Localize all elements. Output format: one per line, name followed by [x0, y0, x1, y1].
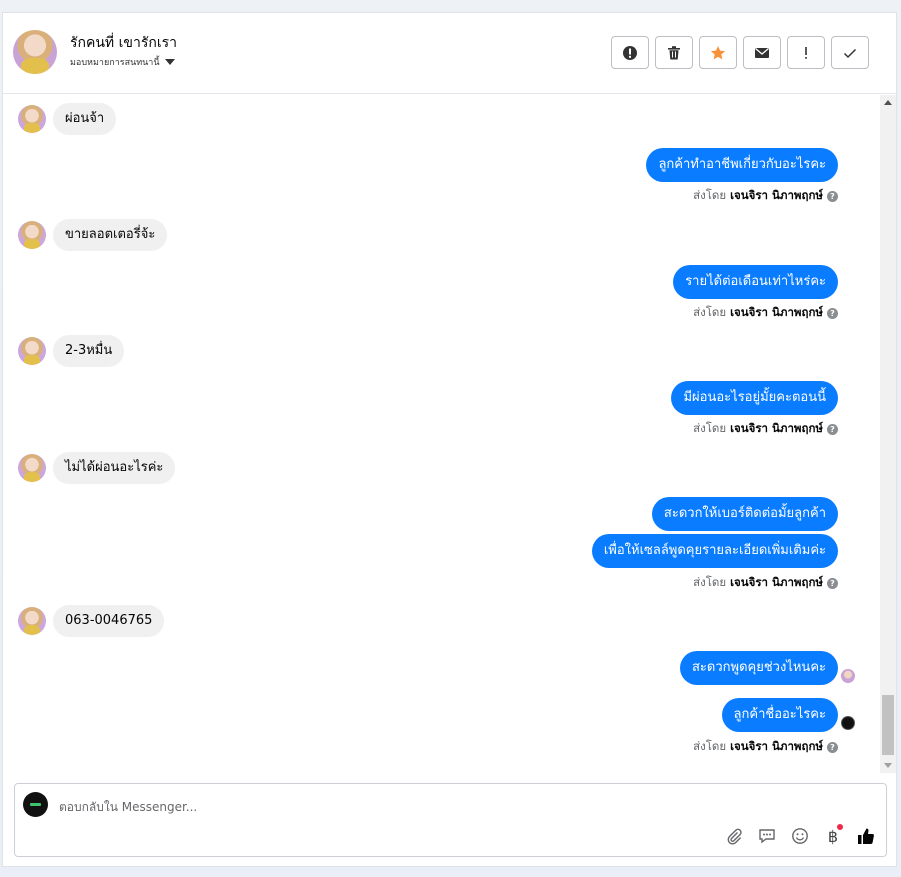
- help-icon[interactable]: ?: [827, 307, 838, 319]
- outgoing-message[interactable]: มีผ่อนอะไรอยู่มั้ยคะตอนนี้: [671, 381, 838, 415]
- sent-by-name: เจนจิรา นิภาพฤกษ์: [730, 188, 823, 202]
- incoming-message: 2-3หมื่น: [18, 335, 125, 367]
- thread-scrollbar[interactable]: [880, 95, 896, 773]
- incoming-message: ขายลอตเตอรี่จ้ะ: [18, 219, 168, 251]
- help-icon[interactable]: ?: [827, 190, 838, 202]
- sender-avatar: [18, 221, 46, 249]
- check-icon: [843, 48, 857, 58]
- read-receipt-avatar: [841, 716, 855, 730]
- star-icon: [710, 45, 726, 59]
- trash-icon: [668, 45, 680, 59]
- help-icon[interactable]: ?: [827, 577, 838, 589]
- sent-by-label: ส่งโดย เจนจิรา นิภาพฤกษ์ ?: [693, 420, 838, 438]
- read-receipt-avatar: [841, 669, 855, 683]
- mail-icon: [755, 47, 769, 58]
- sent-by-prefix: ส่งโดย: [693, 739, 727, 753]
- like-button[interactable]: [856, 826, 876, 846]
- sent-by-label: ส่งโดย เจนจิรา นิภาพฤกษ์ ?: [693, 574, 838, 592]
- sent-by-prefix: ส่งโดย: [693, 575, 727, 589]
- sent-by-name: เจนจิรา นิภาพฤกษ์: [730, 739, 823, 753]
- mark-spam-button[interactable]: [611, 36, 649, 69]
- sent-by-prefix: ส่งโดย: [693, 305, 727, 319]
- scrollbar-thumb[interactable]: [882, 695, 894, 755]
- help-icon[interactable]: ?: [827, 741, 838, 753]
- conversation-header: รักคนที่ เขารักเรา มอบหมายการสนทนานี้: [3, 13, 896, 94]
- exclamation-icon: [805, 46, 807, 59]
- help-icon[interactable]: ?: [827, 423, 838, 435]
- important-button[interactable]: [787, 36, 825, 69]
- incoming-message: ไม่ได้ผ่อนอะไรค่ะ: [18, 452, 176, 484]
- sent-by-name: เจนจิรา นิภาพฤกษ์: [730, 421, 823, 435]
- smiley-icon: [792, 828, 808, 844]
- notification-dot: [837, 824, 843, 830]
- sender-avatar: [18, 454, 46, 482]
- assign-label: มอบหมายการสนทนานี้: [70, 58, 160, 68]
- scroll-down-arrow-icon[interactable]: [884, 763, 892, 768]
- message-thread[interactable]: ผ่อนจ้า ลูกค้าทำอาชีพเกี่ยวกับอะไรคะ ส่ง…: [3, 95, 881, 773]
- chat-bubble-icon: [759, 829, 775, 844]
- baht-icon: ฿: [827, 826, 839, 846]
- message-bubble[interactable]: ขายลอตเตอรี่จ้ะ: [53, 219, 168, 251]
- outgoing-message[interactable]: ลูกค้าทำอาชีพเกี่ยวกับอะไรคะ: [646, 148, 838, 182]
- contact-name[interactable]: รักคนที่ เขารักเรา: [70, 32, 177, 54]
- incoming-message: ผ่อนจ้า: [18, 103, 117, 135]
- mark-done-button[interactable]: [831, 36, 869, 69]
- sent-by-name: เจนจิรา นิภาพฤกษ์: [730, 305, 823, 319]
- message-bubble[interactable]: ผ่อนจ้า: [53, 103, 117, 135]
- conversation-panel: รักคนที่ เขารักเรา มอบหมายการสนทนานี้ ผ่…: [2, 12, 897, 867]
- sent-by-label: ส่งโดย เจนจิรา นิภาพฤกษ์ ?: [693, 304, 838, 322]
- header-actions: [611, 36, 869, 69]
- payment-button[interactable]: ฿: [823, 824, 843, 846]
- outgoing-message[interactable]: สะดวกให้เบอร์ติดต่อมั้ยลูกค้า: [651, 497, 838, 531]
- message-bubble[interactable]: ไม่ได้ผ่อนอะไรค่ะ: [53, 452, 176, 484]
- paperclip-icon: [727, 828, 742, 845]
- thumbs-up-icon: [858, 828, 874, 844]
- outgoing-message[interactable]: เพื่อให้เซลล์พูดคุยรายละเอียดเพิ่มเติมค่…: [591, 534, 838, 568]
- scroll-up-arrow-icon[interactable]: [884, 100, 892, 105]
- sender-avatar: [18, 337, 46, 365]
- composer-tools: ฿: [724, 824, 876, 846]
- outgoing-message[interactable]: ลูกค้าชื่ออะไรคะ: [721, 698, 838, 732]
- emoji-button[interactable]: [790, 826, 810, 846]
- alert-icon: [623, 45, 637, 60]
- contact-avatar[interactable]: [13, 30, 57, 74]
- assign-conversation-dropdown[interactable]: มอบหมายการสนทนานี้: [70, 55, 175, 69]
- sender-avatar: [18, 105, 46, 133]
- page-avatar: [23, 792, 48, 817]
- caret-down-icon: [164, 59, 175, 65]
- star-button[interactable]: [699, 36, 737, 69]
- message-bubble[interactable]: 2-3หมื่น: [53, 335, 125, 367]
- sent-by-prefix: ส่งโดย: [693, 188, 727, 202]
- delete-button[interactable]: [655, 36, 693, 69]
- reply-composer[interactable]: ตอบกลับใน Messenger... ฿: [14, 783, 887, 857]
- attach-button[interactable]: [724, 826, 744, 846]
- mark-unread-button[interactable]: [743, 36, 781, 69]
- reply-input[interactable]: ตอบกลับใน Messenger...: [59, 798, 197, 817]
- sent-by-label: ส่งโดย เจนจิรา นิภาพฤกษ์ ?: [693, 738, 838, 756]
- sent-by-label: ส่งโดย เจนจิรา นิภาพฤกษ์ ?: [693, 187, 838, 205]
- message-bubble[interactable]: 063-0046765: [53, 605, 165, 637]
- outgoing-message[interactable]: รายได้ต่อเดือนเท่าไหร่คะ: [673, 265, 838, 299]
- sent-by-prefix: ส่งโดย: [693, 421, 727, 435]
- sender-avatar: [18, 607, 46, 635]
- sent-by-name: เจนจิรา นิภาพฤกษ์: [730, 575, 823, 589]
- saved-replies-button[interactable]: [757, 826, 777, 846]
- outgoing-message[interactable]: สะดวกพูดคุยช่วงไหนคะ: [680, 651, 838, 685]
- incoming-message: 063-0046765: [18, 605, 165, 637]
